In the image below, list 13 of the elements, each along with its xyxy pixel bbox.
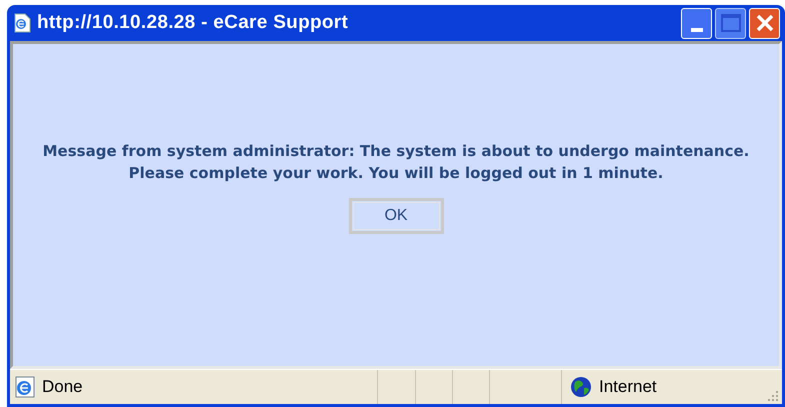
zone-text: Internet — [599, 376, 657, 398]
globe-icon — [570, 376, 592, 398]
window-title: http://10.10.28.28 - eCare Support — [37, 10, 348, 35]
page-icon — [13, 13, 31, 33]
close-button[interactable] — [749, 8, 780, 38]
message-text: Message from system administrator: The system is about to undergo maintenance. Please complete your work. You will be logged out in 1 minute. — [42, 141, 750, 184]
status-text: Done — [42, 376, 84, 398]
close-icon — [754, 13, 774, 33]
page-icon — [13, 376, 37, 398]
ok-button[interactable]: OK — [348, 198, 444, 234]
minimize-button[interactable] — [681, 8, 712, 38]
resize-grip-icon[interactable] — [767, 390, 779, 402]
maximize-button[interactable] — [715, 8, 746, 38]
